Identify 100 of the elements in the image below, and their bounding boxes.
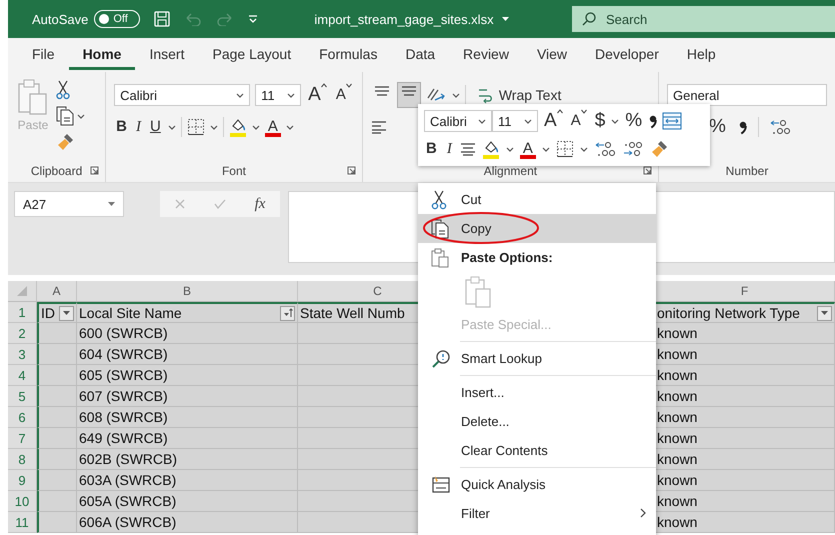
row-header[interactable]: 3 <box>8 344 37 365</box>
decrease-decimal-icon[interactable] <box>622 140 644 158</box>
scissors-icon[interactable] <box>56 80 70 100</box>
italic-button[interactable]: I <box>134 115 143 139</box>
center-align-icon[interactable] <box>460 142 476 156</box>
dropdown-caret-icon[interactable] <box>506 146 514 152</box>
caret-icon[interactable] <box>478 118 486 124</box>
menu-item[interactable]: Copy <box>418 214 656 243</box>
number-format-button[interactable]: $ <box>592 109 608 133</box>
menu-item[interactable]: Filter <box>418 499 656 528</box>
grow-font-button[interactable]: A <box>542 109 565 133</box>
borders-icon[interactable] <box>186 118 205 136</box>
dropdown-caret-icon[interactable] <box>580 146 588 152</box>
dropdown-caret-icon[interactable] <box>452 92 460 98</box>
dialog-launcher-icon[interactable] <box>346 166 356 175</box>
row-header[interactable]: 4 <box>8 365 37 386</box>
fill-color-icon[interactable] <box>228 117 247 137</box>
shrink-font-button[interactable]: A <box>568 109 589 133</box>
cell-text: 649 (SWRCB) <box>79 430 168 446</box>
ribbon-tab[interactable]: Help <box>672 40 730 70</box>
row-header[interactable]: 2 <box>8 323 37 344</box>
search-field[interactable]: Search <box>572 6 835 32</box>
number-format-field[interactable]: General <box>667 84 827 106</box>
row-header[interactable]: 6 <box>8 407 37 428</box>
column-header[interactable]: A <box>37 281 77 302</box>
font-name-field[interactable]: Calibri <box>114 84 250 106</box>
group-label: Alignment <box>484 164 538 178</box>
row-header[interactable]: 10 <box>8 491 37 512</box>
caret-icon[interactable] <box>77 114 85 118</box>
bold-button[interactable]: B <box>114 115 129 139</box>
caret-icon[interactable] <box>502 17 509 21</box>
italic-button[interactable]: I <box>444 137 454 161</box>
caret-icon[interactable] <box>524 118 532 124</box>
align-button[interactable] <box>398 83 420 107</box>
menu-item[interactable]: Insert... <box>418 378 656 407</box>
menu-item[interactable]: Cut <box>418 185 656 214</box>
caret-icon[interactable] <box>287 92 296 98</box>
ribbon-tab[interactable]: View <box>522 40 582 70</box>
down-chevron-icon <box>346 83 352 88</box>
format-painter-icon[interactable] <box>650 139 670 159</box>
grow-font-button[interactable]: A <box>306 83 329 107</box>
dropdown-caret-icon[interactable] <box>210 124 218 130</box>
dialog-launcher-icon[interactable] <box>90 166 100 175</box>
align-left-icon[interactable] <box>370 120 387 134</box>
dialog-launcher-icon[interactable] <box>643 166 652 175</box>
file-name[interactable]: import_stream_gage_sites.xlsx <box>314 12 494 26</box>
row-header[interactable]: 8 <box>8 449 37 470</box>
menu-item[interactable]: Smart Lookup <box>418 344 656 373</box>
sort-filter-button[interactable] <box>280 306 295 320</box>
column-header[interactable]: B <box>77 281 298 302</box>
caret-icon[interactable] <box>236 92 244 98</box>
name-box[interactable]: A27 <box>14 191 124 217</box>
ribbon-tab[interactable]: Review <box>449 40 523 70</box>
menu-item[interactable]: Delete... <box>418 407 656 436</box>
increase-decimal-icon[interactable] <box>594 140 616 158</box>
row-header[interactable]: 7 <box>8 428 37 449</box>
dropdown-caret-icon[interactable] <box>286 124 294 130</box>
insert-function-button[interactable]: fx <box>254 196 266 212</box>
fill-color-icon[interactable] <box>482 139 500 159</box>
cell-text: 600 (SWRCB) <box>79 325 168 341</box>
shrink-font-button[interactable]: A <box>334 83 354 107</box>
font-color-button[interactable]: A <box>264 117 281 137</box>
dropdown-caret-icon[interactable] <box>542 146 550 152</box>
dropdown-caret-icon[interactable] <box>611 118 620 124</box>
format-painter-icon[interactable] <box>56 132 76 152</box>
ribbon-tab[interactable]: File <box>18 40 69 70</box>
dropdown-caret-icon[interactable] <box>168 124 176 130</box>
column-header[interactable]: F <box>655 281 835 302</box>
autosave-toggle[interactable]: Off <box>94 10 140 28</box>
ribbon-tab[interactable]: Data <box>391 40 450 70</box>
wrap-text-button[interactable]: Wrap Text <box>470 85 568 105</box>
menu-item[interactable]: Quick Analysis <box>418 470 656 499</box>
menu-item[interactable]: Clear Contents <box>418 436 656 465</box>
font-color-button[interactable]: A <box>520 139 536 159</box>
row-header[interactable]: 11 <box>8 512 37 533</box>
check-icon[interactable] <box>214 199 226 209</box>
borders-icon[interactable] <box>556 140 574 158</box>
bold-button[interactable]: B <box>424 137 439 161</box>
ribbon-tab[interactable]: Developer <box>581 40 673 70</box>
filter-dropdown-button[interactable] <box>817 306 832 320</box>
save-icon[interactable] <box>154 11 170 27</box>
number-format-button[interactable]: % <box>707 115 728 139</box>
font-size-field[interactable]: 11 <box>255 84 302 106</box>
ribbon-tab[interactable]: Formulas <box>305 40 392 70</box>
ribbon-tab[interactable]: Insert <box>135 40 198 70</box>
dropdown-caret-icon[interactable] <box>252 124 260 130</box>
font-size-field[interactable]: 11 <box>492 110 538 132</box>
cell-text: known <box>657 430 698 446</box>
increase-decimal-icon[interactable] <box>768 118 791 136</box>
merge-center-icon[interactable] <box>662 112 682 130</box>
underline-button[interactable]: U <box>148 115 163 139</box>
filter-dropdown-button[interactable] <box>59 306 74 320</box>
copy-icon[interactable] <box>56 106 74 126</box>
row-header[interactable]: 1 <box>8 302 37 323</box>
row-header[interactable]: 5 <box>8 386 37 407</box>
row-header[interactable]: 9 <box>8 470 37 491</box>
customize-toolbar-icon[interactable] <box>248 14 258 24</box>
ribbon-tab[interactable]: Page Layout <box>198 40 306 70</box>
number-format-button[interactable]: % <box>623 109 644 133</box>
font-name-field[interactable]: Calibri <box>424 110 492 132</box>
